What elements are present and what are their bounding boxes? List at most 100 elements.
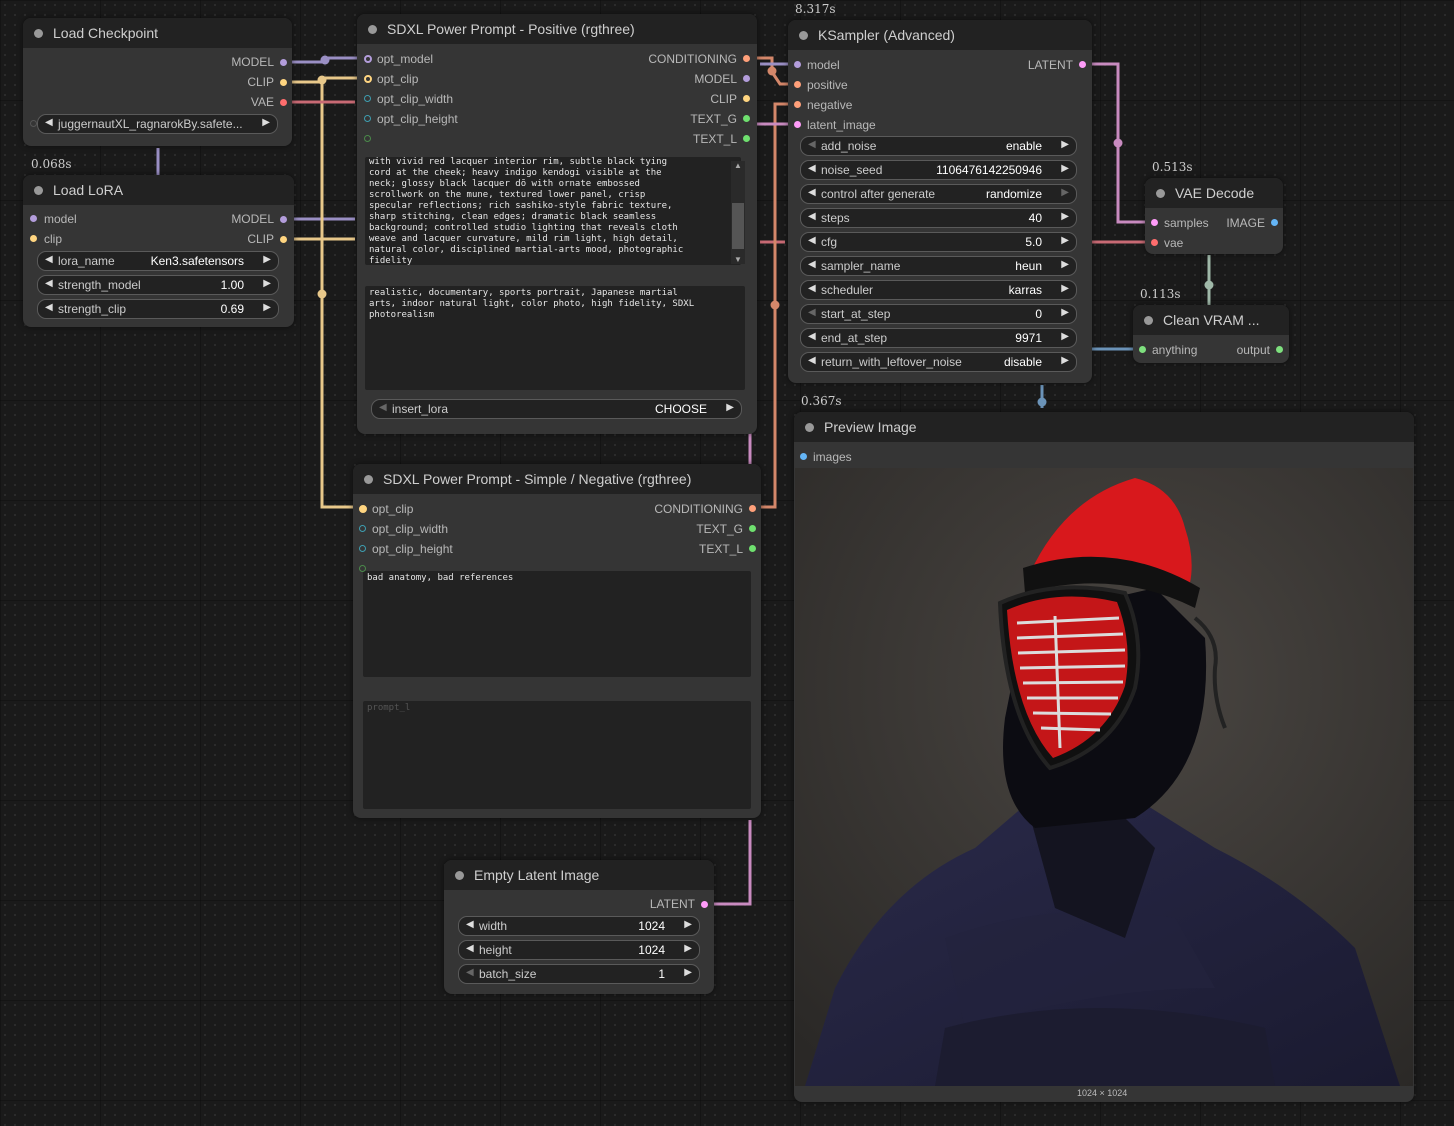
strength-clip-number[interactable]: ◀ strength_clip 0.69 ▶ <box>37 299 279 319</box>
input-opt-clip-height-dot[interactable] <box>364 115 371 122</box>
lora-name-combo[interactable]: ◀ lora_name Ken3.safetensors ▶ <box>37 251 279 271</box>
input-anything-dot[interactable] <box>1139 346 1146 353</box>
output-image-dot[interactable] <box>1271 219 1278 226</box>
output-model-dot[interactable] <box>743 75 750 82</box>
arrow-right-icon[interactable]: ▶ <box>684 943 692 954</box>
scrollbar-thumb[interactable] <box>732 203 744 249</box>
textarea-scrollbar[interactable]: ▲ ▼ <box>731 161 745 264</box>
node-title-bar[interactable]: VAE Decode <box>1145 178 1283 208</box>
end-at-step-number[interactable]: ◀ end_at_step 9971 ▶ <box>800 328 1077 348</box>
scroll-up-icon[interactable]: ▲ <box>734 161 742 170</box>
sdxl-power-prompt-positive-node[interactable]: SDXL Power Prompt - Positive (rgthree) o… <box>357 14 757 434</box>
output-text-l-dot[interactable] <box>743 135 750 142</box>
output-clip-dot[interactable] <box>280 79 287 86</box>
scroll-down-icon[interactable]: ▼ <box>734 255 742 264</box>
input-opt-clip-width-dot[interactable] <box>364 95 371 102</box>
node-title-bar[interactable]: SDXL Power Prompt - Positive (rgthree) <box>357 14 757 44</box>
vae-decode-node[interactable]: VAE Decode samples vae IMAGE <box>1145 178 1283 254</box>
ksampler-advanced-node[interactable]: KSampler (Advanced) model positive negat… <box>788 20 1092 383</box>
widget-input-dot[interactable] <box>359 565 366 572</box>
arrow-left-icon[interactable]: ◀ <box>808 259 816 270</box>
batch-size-number[interactable]: ◀ batch_size 1 ▶ <box>458 964 700 984</box>
sampler-name-combo[interactable]: ◀ sampler_name heun ▶ <box>800 256 1077 276</box>
noise-seed-number[interactable]: ◀ noise_seed 1106476142250946 ▶ <box>800 160 1077 180</box>
arrow-right-icon[interactable]: ▶ <box>1061 259 1069 270</box>
height-number[interactable]: ◀ height 1024 ▶ <box>458 940 700 960</box>
width-number[interactable]: ◀ width 1024 ▶ <box>458 916 700 936</box>
steps-number[interactable]: ◀ steps 40 ▶ <box>800 208 1077 228</box>
arrow-left-icon[interactable]: ◀ <box>45 254 53 265</box>
collapse-dot-icon[interactable] <box>1144 316 1153 325</box>
widget-input-dot[interactable] <box>364 135 371 142</box>
output-model-dot[interactable] <box>280 59 287 66</box>
output-dot[interactable] <box>1276 346 1283 353</box>
output-text-g-dot[interactable] <box>743 115 750 122</box>
control-after-generate-combo[interactable]: ◀ control after generate randomize ▶ <box>800 184 1077 204</box>
arrow-right-icon[interactable]: ▶ <box>1061 355 1069 366</box>
output-clip-dot[interactable] <box>743 95 750 102</box>
arrow-right-icon[interactable]: ▶ <box>1061 163 1069 174</box>
arrow-right-icon[interactable]: ▶ <box>1061 139 1069 150</box>
widget-input-dot[interactable] <box>30 120 37 127</box>
arrow-right-icon[interactable]: ▶ <box>684 967 692 978</box>
insert-lora-combo[interactable]: ◀ insert_lora CHOOSE ▶ <box>371 399 742 419</box>
input-model-dot[interactable] <box>794 61 801 68</box>
input-opt-clip-dot[interactable] <box>359 505 367 513</box>
start-at-step-number[interactable]: ◀ start_at_step 0 ▶ <box>800 304 1077 324</box>
collapse-dot-icon[interactable] <box>799 31 808 40</box>
output-text-l-dot[interactable] <box>749 545 756 552</box>
output-model-dot[interactable] <box>280 216 287 223</box>
input-opt-clip-height-dot[interactable] <box>359 545 366 552</box>
arrow-right-icon[interactable]: ▶ <box>1061 307 1069 318</box>
arrow-right-icon[interactable]: ▶ <box>1061 187 1069 198</box>
output-latent-dot[interactable] <box>701 901 708 908</box>
arrow-left-icon[interactable]: ◀ <box>466 919 474 930</box>
node-title-bar[interactable]: Preview Image <box>794 412 1414 442</box>
arrow-right-icon[interactable]: ▶ <box>1061 283 1069 294</box>
ckpt-name-combo[interactable]: ◀ juggernautXL_ragnarokBy.safete... ▶ <box>37 114 278 134</box>
output-text-g-dot[interactable] <box>749 525 756 532</box>
arrow-left-icon[interactable]: ◀ <box>45 278 53 289</box>
negative-text-g-textarea[interactable]: bad anatomy, bad references <box>363 571 751 677</box>
arrow-right-icon[interactable]: ▶ <box>263 254 271 265</box>
arrow-left-icon[interactable]: ◀ <box>466 967 474 978</box>
sdxl-power-prompt-negative-node[interactable]: SDXL Power Prompt - Simple / Negative (r… <box>353 464 761 818</box>
input-vae-dot[interactable] <box>1151 239 1158 246</box>
node-title-bar[interactable]: SDXL Power Prompt - Simple / Negative (r… <box>353 464 761 494</box>
arrow-right-icon[interactable]: ▶ <box>1061 211 1069 222</box>
arrow-left-icon[interactable]: ◀ <box>808 187 816 198</box>
load-lora-node[interactable]: Load LoRA model clip MODEL CLIP ◀ lora_n… <box>23 175 294 327</box>
preview-image[interactable] <box>795 468 1413 1086</box>
arrow-left-icon[interactable]: ◀ <box>379 402 387 413</box>
add-noise-combo[interactable]: ◀ add_noise enable ▶ <box>800 136 1077 156</box>
collapse-dot-icon[interactable] <box>805 423 814 432</box>
collapse-dot-icon[interactable] <box>364 475 373 484</box>
input-images-dot[interactable] <box>800 453 807 460</box>
node-title-bar[interactable]: Load LoRA <box>23 175 294 205</box>
arrow-left-icon[interactable]: ◀ <box>808 283 816 294</box>
clean-vram-node[interactable]: Clean VRAM ... anything output <box>1133 305 1289 363</box>
arrow-right-icon[interactable]: ▶ <box>263 302 271 313</box>
collapse-dot-icon[interactable] <box>368 25 377 34</box>
node-title-bar[interactable]: KSampler (Advanced) <box>788 20 1092 50</box>
arrow-left-icon[interactable]: ◀ <box>808 331 816 342</box>
input-positive-dot[interactable] <box>794 81 801 88</box>
arrow-left-icon[interactable]: ◀ <box>808 307 816 318</box>
load-checkpoint-node[interactable]: Load Checkpoint MODEL CLIP VAE ◀ juggern… <box>23 18 292 146</box>
output-latent-dot[interactable] <box>1079 61 1086 68</box>
negative-text-l-textarea[interactable]: prompt_l <box>363 701 751 809</box>
collapse-dot-icon[interactable] <box>34 186 43 195</box>
arrow-right-icon[interactable]: ▶ <box>726 402 734 413</box>
input-negative-dot[interactable] <box>794 101 801 108</box>
node-title-bar[interactable]: Clean VRAM ... <box>1133 305 1289 335</box>
arrow-right-icon[interactable]: ▶ <box>1061 331 1069 342</box>
preview-image-node[interactable]: Preview Image images 1024 × 1024 <box>794 412 1414 1102</box>
arrow-left-icon[interactable]: ◀ <box>45 117 53 128</box>
return-with-leftover-noise-combo[interactable]: ◀ return_with_leftover_noise disable ▶ <box>800 352 1077 372</box>
arrow-right-icon[interactable]: ▶ <box>262 117 270 128</box>
arrow-left-icon[interactable]: ◀ <box>45 302 53 313</box>
arrow-left-icon[interactable]: ◀ <box>466 943 474 954</box>
collapse-dot-icon[interactable] <box>34 29 43 38</box>
arrow-left-icon[interactable]: ◀ <box>808 211 816 222</box>
arrow-right-icon[interactable]: ▶ <box>263 278 271 289</box>
